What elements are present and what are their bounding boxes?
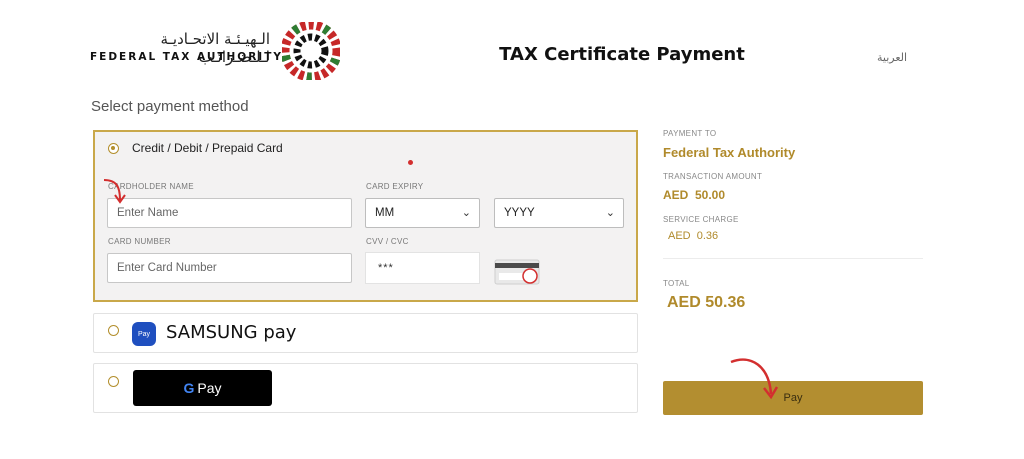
page-title: TAX Certificate Payment [499, 44, 745, 65]
payment-to-label: PAYMENT TO [663, 129, 717, 138]
select-payment-method-title: Select payment method [91, 98, 249, 115]
transaction-amount-label: TRANSACTION AMOUNT [663, 172, 763, 181]
card-number-label: CARD NUMBER [108, 237, 171, 246]
card-number-input[interactable]: Enter Card Number [107, 253, 352, 283]
summary-divider [663, 258, 923, 259]
card-option-label: Credit / Debit / Prepaid Card [132, 141, 283, 155]
total-label: TOTAL [663, 279, 690, 288]
annotation-arrow-icon [730, 358, 779, 400]
annotation-dot [408, 160, 413, 165]
samsung-pay-radio-button[interactable] [108, 325, 119, 336]
transaction-amount-value: AED 50.00 [663, 188, 726, 202]
expiry-year-select[interactable]: YYYY ⌄ [494, 198, 624, 228]
service-charge-value: AED 0.36 [668, 230, 719, 242]
cvv-card-back-icon [494, 259, 540, 285]
samsung-pay-logo: SAMSUNG pay [166, 322, 296, 343]
google-g-icon: G [183, 380, 195, 396]
annotation-arrow-icon [103, 179, 126, 204]
samsung-pay-icon: Pay [132, 322, 156, 346]
cvv-input[interactable]: *** [365, 252, 480, 284]
expiry-month-value: MM [375, 207, 395, 219]
google-pay-label: Pay [197, 380, 222, 396]
cvv-label: CVV / CVC [366, 237, 409, 246]
google-pay-radio-button[interactable] [108, 376, 119, 387]
service-charge-label: SERVICE CHARGE [663, 215, 739, 224]
card-radio-button[interactable] [108, 143, 119, 154]
pay-button[interactable]: Pay [663, 381, 923, 415]
chevron-down-icon: ⌄ [605, 207, 615, 219]
cardholder-name-input[interactable]: Enter Name [107, 198, 352, 228]
expiry-year-value: YYYY [504, 207, 535, 219]
expiry-month-select[interactable]: MM ⌄ [365, 198, 480, 228]
language-toggle-link[interactable]: العربية [877, 51, 907, 64]
chevron-down-icon: ⌄ [461, 207, 471, 219]
samsung-pay-label: SAMSUNG pay [166, 322, 297, 343]
total-value: AED 50.36 [667, 294, 746, 311]
google-pay-button[interactable]: G Pay [133, 370, 272, 406]
card-expiry-label: CARD EXPIRY [366, 182, 424, 191]
payment-to-value: Federal Tax Authority [663, 145, 796, 160]
